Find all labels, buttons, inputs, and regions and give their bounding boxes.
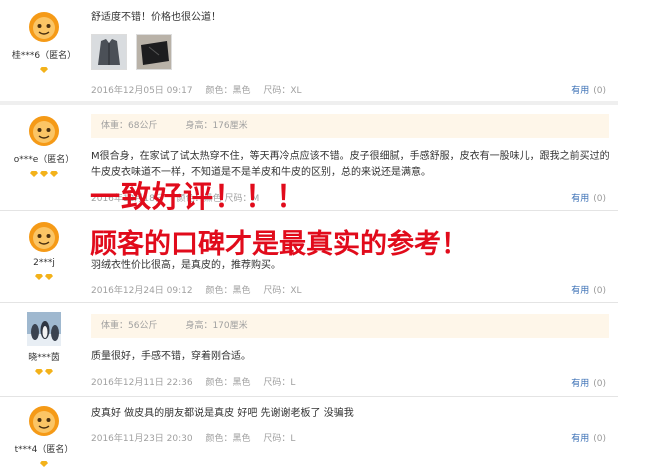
review-user: 2***j (0, 220, 88, 280)
useful-button[interactable]: 有用 (0) (571, 376, 606, 389)
useful-label: 有用 (571, 86, 590, 96)
review-user: o***e（匿名） (0, 114, 88, 177)
review-4: 晓***茵 体重：56公斤 身高：170厘米 质量很好，手感不错，穿着刚合适。 2… (0, 304, 618, 396)
useful-label: 有用 (571, 286, 590, 296)
user-name: t***4（匿名） (14, 445, 74, 455)
review-date: 2016年11月23日 20:30 (91, 434, 193, 444)
review-size: 尺码：L (263, 378, 296, 388)
review-size: 尺码：L (263, 434, 296, 444)
useful-count: (0) (593, 434, 606, 444)
review-meta: 2016年12月05日 09:17 颜色：黑色 尺码：XL (91, 83, 312, 96)
gem-icon (30, 171, 38, 177)
user-level-gems (0, 366, 88, 375)
review-date: 2016年12月05日 09:17 (91, 86, 193, 96)
body-weight: 体重：68公斤 (101, 121, 158, 131)
review-date: 2016年12月24日 09:12 (91, 286, 193, 296)
review-meta: 2016年12月11日 22:36 颜色：黑色 尺码：L (91, 375, 305, 388)
useful-label: 有用 (571, 379, 590, 389)
useful-button[interactable]: 有用 (0) (571, 283, 606, 296)
review-meta: 2016年11月23日 20:30 颜色：黑色 尺码：L (91, 431, 305, 444)
user-level-gems (0, 168, 88, 177)
avatar-penguins-icon (27, 312, 61, 346)
avatar-icon (29, 12, 59, 42)
photo-jacket-icon (92, 35, 126, 69)
overlay-headline: 一致好评！！！ (90, 180, 307, 215)
useful-count: (0) (593, 379, 606, 389)
user-level-gems (0, 271, 88, 280)
review-meta: 2016年12月24日 09:12 颜色：黑色 尺码：XL (91, 283, 312, 296)
body-info-bar: 体重：56公斤 身高：170厘米 (91, 314, 609, 338)
useful-button[interactable]: 有用 (0) (571, 83, 606, 96)
avatar-icon (29, 222, 59, 252)
review-text: 皮真好 做皮具的朋友都说是真皮 好吧 先谢谢老板了 没骗我 (91, 408, 354, 419)
review-1: 桂***6（匿名） 舒适度不错！价格也很公道！ 2016年12月05日 09:1… (0, 0, 618, 100)
avatar-icon (29, 116, 59, 146)
useful-count: (0) (593, 194, 606, 204)
body-height: 身高：170厘米 (185, 321, 248, 331)
user-level-gems (0, 64, 88, 73)
useful-button[interactable]: 有用 (0) (571, 431, 606, 444)
gem-icon (45, 369, 53, 375)
review-user: 晓***茵 (0, 312, 88, 375)
review-photos (91, 34, 611, 70)
review-color: 颜色：黑色 (205, 86, 251, 96)
review-color: 颜色：黑色 (205, 378, 251, 388)
review-divider (0, 396, 618, 397)
useful-button[interactable]: 有用 (0) (571, 191, 606, 204)
review-5: t***4（匿名） 皮真好 做皮具的朋友都说是真皮 好吧 先谢谢老板了 没骗我 … (0, 398, 618, 469)
gem-icon (35, 274, 43, 280)
review-photo-thumbnail[interactable] (136, 34, 173, 70)
review-user: t***4（匿名） (0, 404, 88, 467)
review-user: 桂***6（匿名） (0, 10, 88, 73)
user-level-gems (0, 458, 88, 467)
review-size: 尺码：XL (263, 86, 302, 96)
body-weight: 体重：56公斤 (101, 321, 158, 331)
useful-count: (0) (593, 286, 606, 296)
review-size: 尺码：XL (263, 286, 302, 296)
review-text: 舒适度不错！价格也很公道！ (91, 12, 221, 23)
user-name: 2***j (33, 258, 55, 268)
avatar-icon (29, 406, 59, 436)
review-date: 2016年12月11日 22:36 (91, 378, 193, 388)
gem-icon (50, 171, 58, 177)
useful-label: 有用 (571, 434, 590, 444)
gem-icon (45, 274, 53, 280)
avatar[interactable] (27, 312, 61, 346)
avatar[interactable] (27, 220, 61, 254)
review-color: 颜色：黑色 (205, 286, 251, 296)
user-name: 桂***6（匿名） (11, 51, 77, 61)
body-height: 身高：176厘米 (185, 121, 248, 131)
review-text: 质量很好，手感不错，穿着刚合适。 (91, 351, 251, 362)
gem-icon (40, 461, 48, 467)
gem-icon (40, 67, 48, 73)
review-photo-thumbnail[interactable] (91, 34, 127, 70)
useful-label: 有用 (571, 194, 590, 204)
review-color: 颜色：黑色 (205, 434, 251, 444)
gem-icon (35, 369, 43, 375)
overlay-subheadline: 顾客的口碑才是最真实的参考！ (90, 229, 468, 260)
avatar[interactable] (27, 404, 61, 438)
user-name: 晓***茵 (28, 353, 60, 363)
gem-icon (40, 171, 48, 177)
user-name: o***e（匿名） (13, 155, 75, 165)
photo-jacket-icon (137, 35, 172, 69)
useful-count: (0) (593, 86, 606, 96)
avatar[interactable] (27, 10, 61, 44)
review-divider (0, 302, 618, 303)
body-info-bar: 体重：68公斤 身高：176厘米 (91, 114, 609, 138)
avatar[interactable] (27, 114, 61, 148)
